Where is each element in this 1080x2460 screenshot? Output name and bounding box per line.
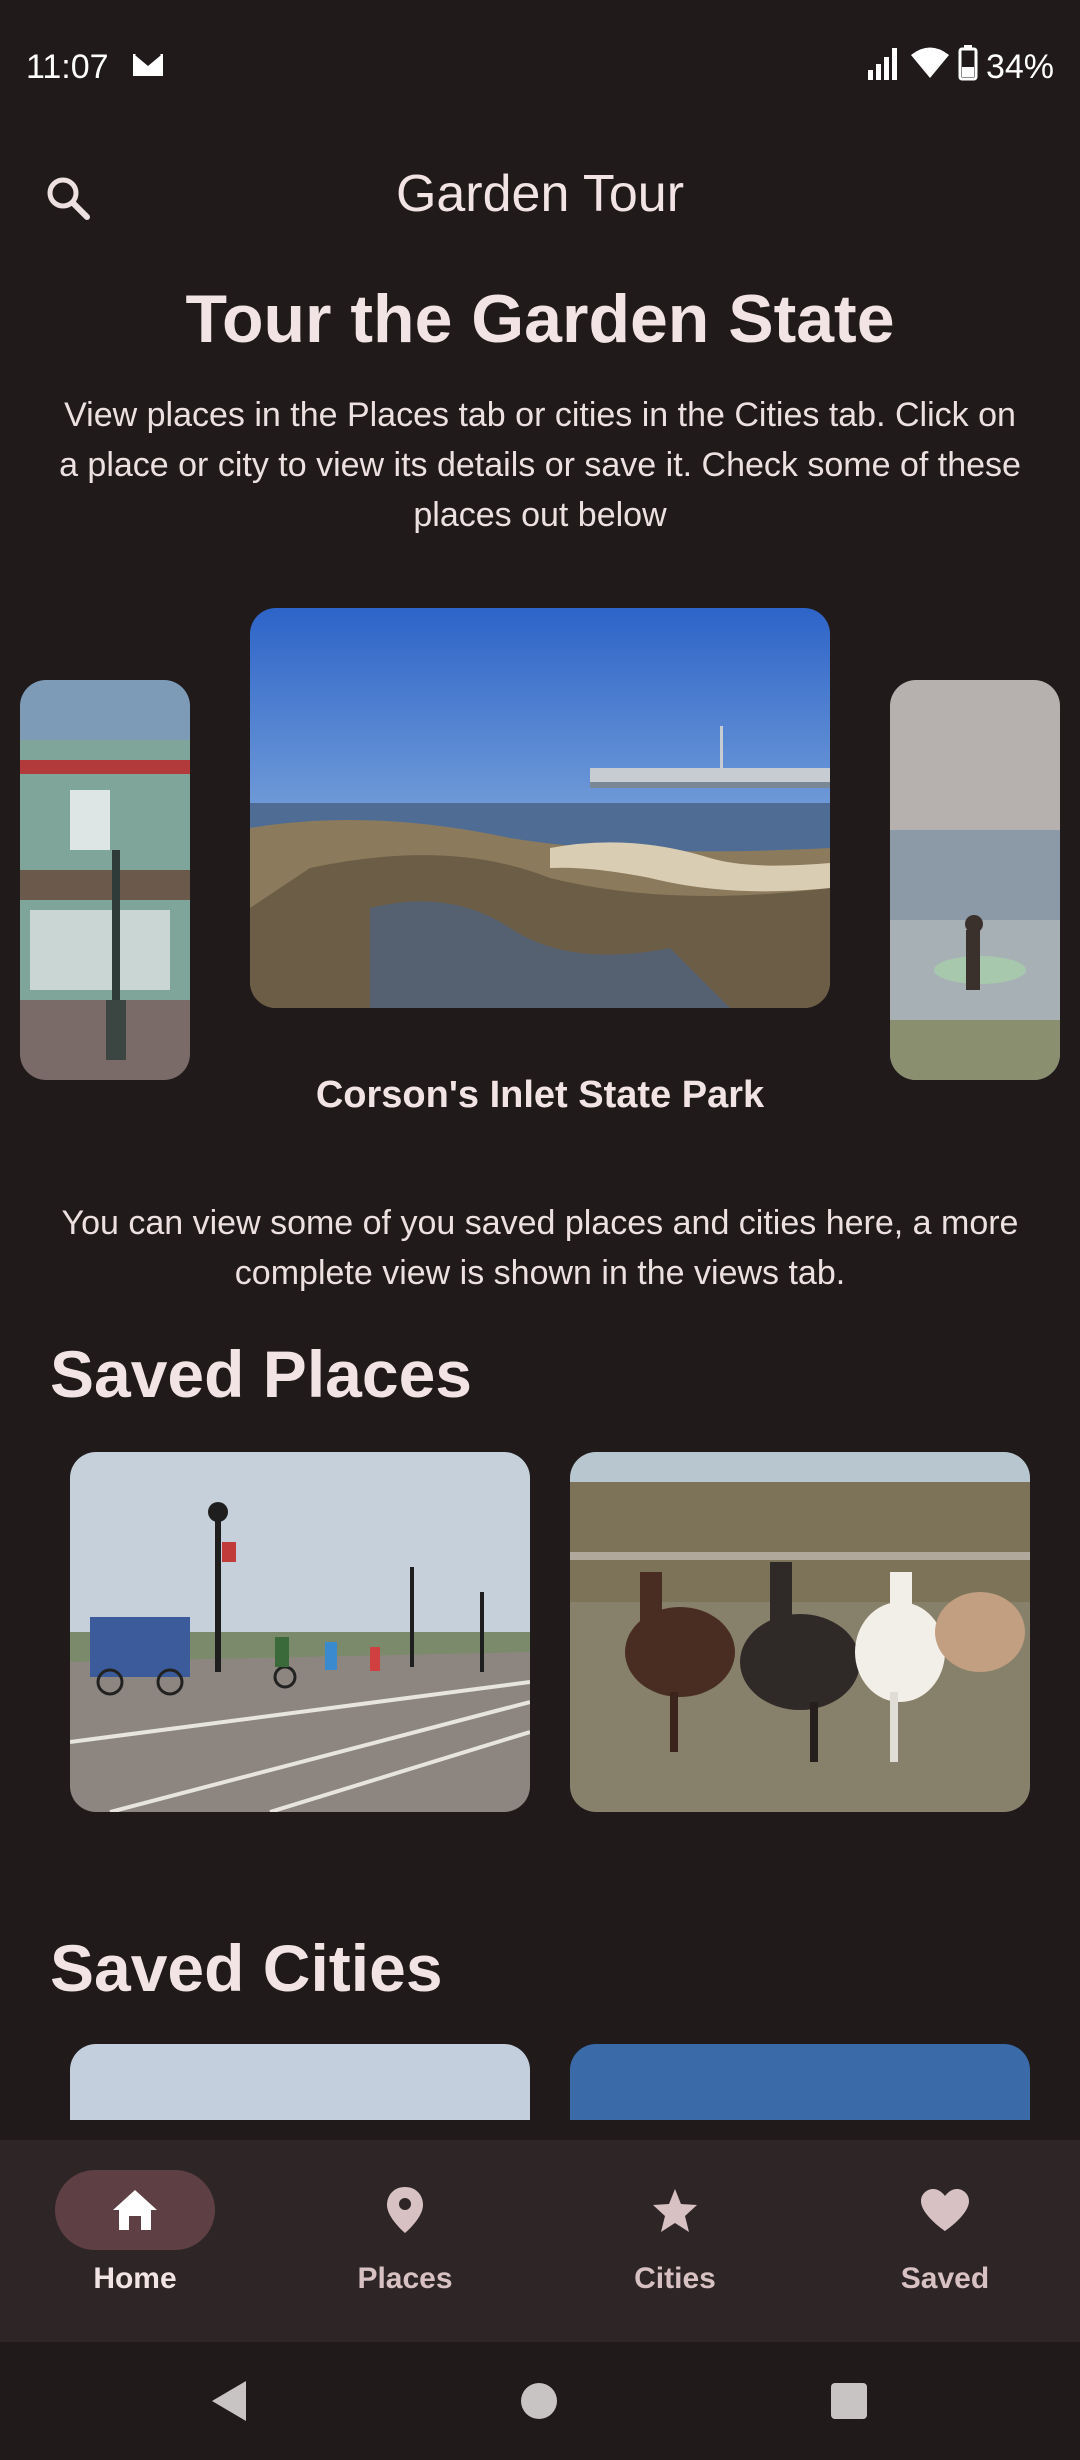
system-navigation-bar bbox=[0, 2342, 1080, 2460]
system-home-button[interactable] bbox=[514, 2376, 564, 2426]
saved-places-title: Saved Places bbox=[50, 1337, 472, 1411]
status-right: 34% bbox=[866, 44, 1054, 90]
heart-icon bbox=[921, 2189, 969, 2231]
carousel-item-current[interactable] bbox=[250, 608, 830, 1008]
location-pin-icon bbox=[387, 2187, 423, 2233]
system-back-button[interactable] bbox=[204, 2376, 254, 2426]
hero-title: Tour the Garden State bbox=[185, 281, 895, 357]
battery-percent: 34% bbox=[985, 47, 1054, 86]
saved-place-card[interactable] bbox=[570, 1452, 1030, 1812]
nav-item-saved[interactable]: Saved bbox=[810, 2140, 1080, 2342]
carousel-item-previous[interactable] bbox=[20, 680, 190, 1080]
battery-icon bbox=[958, 44, 978, 90]
signal-icon bbox=[866, 46, 902, 89]
nav-active-indicator bbox=[55, 2170, 215, 2250]
saved-cities-title: Saved Cities bbox=[50, 1931, 443, 2005]
top-app-bar: Garden Tour bbox=[0, 150, 1080, 246]
nav-item-cities[interactable]: Cities bbox=[540, 2140, 810, 2342]
home-icon bbox=[113, 2190, 157, 2230]
intro-text: View places in the Places tab or cities … bbox=[59, 396, 1021, 534]
status-left: 11:07 bbox=[26, 48, 165, 87]
nav-label-places: Places bbox=[357, 2262, 453, 2295]
saved-place-card[interactable] bbox=[70, 1452, 530, 1812]
saved-note-text: You can view some of you saved places an… bbox=[61, 1204, 1019, 1292]
nav-item-home[interactable]: Home bbox=[0, 2140, 270, 2342]
app-title: Garden Tour bbox=[395, 165, 685, 223]
home-circle-icon bbox=[521, 2383, 557, 2419]
nav-label-home: Home bbox=[93, 2262, 177, 2295]
status-time: 11:07 bbox=[26, 47, 109, 86]
carousel-item-next[interactable] bbox=[890, 680, 1060, 1080]
saved-city-card[interactable] bbox=[70, 2044, 530, 2120]
star-icon bbox=[653, 2189, 697, 2232]
nav-item-places[interactable]: Places bbox=[270, 2140, 540, 2342]
saved-city-card[interactable] bbox=[570, 2044, 1030, 2120]
places-carousel[interactable] bbox=[0, 608, 1080, 1088]
bottom-navigation: Home Places Cities Saved bbox=[0, 2140, 1080, 2342]
wifi-icon bbox=[910, 46, 950, 89]
nav-label-cities: Cities bbox=[634, 2262, 716, 2295]
nav-label-saved: Saved bbox=[900, 2262, 990, 2295]
status-bar: 11:07 34% bbox=[0, 0, 1080, 134]
back-triangle-icon bbox=[212, 2381, 246, 2421]
recents-square-icon bbox=[831, 2383, 867, 2419]
carousel-caption: Corson's Inlet State Park bbox=[315, 1074, 765, 1116]
system-recents-button[interactable] bbox=[824, 2376, 874, 2426]
gmail-icon bbox=[131, 48, 165, 87]
